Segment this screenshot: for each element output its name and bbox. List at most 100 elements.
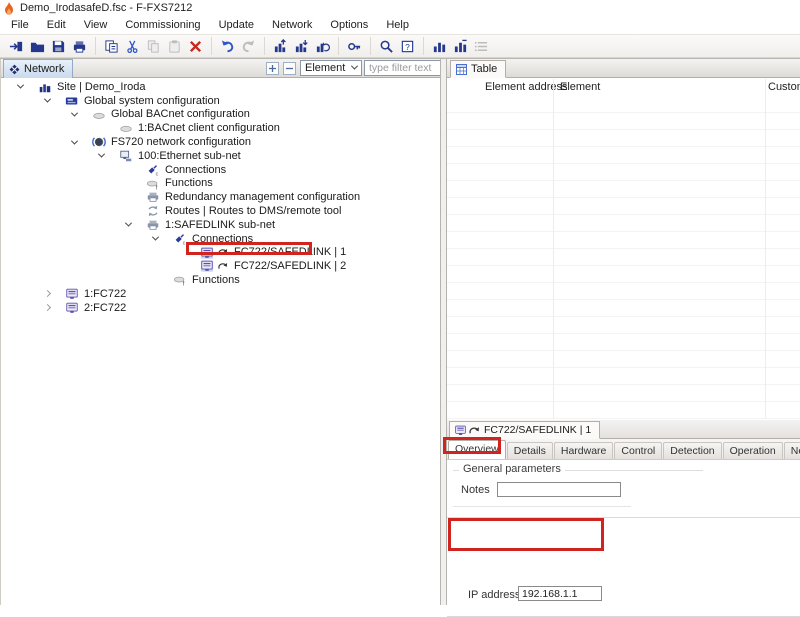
- upload-station-icon: [273, 39, 288, 54]
- menu-options[interactable]: Options: [321, 17, 377, 33]
- filter-type-value: Element: [305, 62, 345, 74]
- paste-button[interactable]: [165, 37, 184, 56]
- tree-item-1-safedlink-sub-net[interactable]: 1:SAFEDLINK sub-net: [126, 218, 278, 232]
- paste-icon: [167, 39, 182, 54]
- undo-icon: [220, 39, 235, 54]
- notes-input[interactable]: [497, 482, 621, 497]
- column-element-address[interactable]: Element address: [485, 81, 568, 93]
- tree-item-connections[interactable]: cConnections: [126, 163, 229, 177]
- tree-item-fc722-safedlink-2[interactable]: FC722/SAFEDLINK | 2: [180, 259, 349, 273]
- delete-button[interactable]: [186, 37, 205, 56]
- chart-report-icon: [432, 39, 447, 54]
- tree-item-site-demo-iroda[interactable]: Site | Demo_Iroda: [18, 80, 148, 94]
- save-icon: [51, 39, 66, 54]
- chevron-down-icon[interactable]: [17, 82, 24, 89]
- tree-item-100-ethernet-sub-net[interactable]: 100:Ethernet sub-net: [99, 149, 244, 163]
- column-divider: [553, 79, 554, 419]
- search-icon: [379, 39, 394, 54]
- tree-item-label: Global system configuration: [84, 95, 220, 107]
- menu-file[interactable]: File: [2, 17, 38, 33]
- window-title: Demo_IrodasafeD.fsc - F-FXS7212: [20, 2, 192, 14]
- tab-fc722-safedlink-1[interactable]: FC722/SAFEDLINK | 1: [449, 421, 600, 439]
- key-button[interactable]: [345, 37, 364, 56]
- chevron-down-icon[interactable]: [98, 151, 105, 158]
- tree-item-routes-routes-to-dms-remote-tool[interactable]: Routes | Routes to DMS/remote tool: [126, 204, 345, 218]
- search-button[interactable]: [377, 37, 396, 56]
- title-bar: Demo_IrodasafeD.fsc - F-FXS7212: [0, 0, 800, 16]
- tree-item-label: FS720 network configuration: [111, 136, 251, 148]
- tree-item-functions[interactable]: fFunctions: [126, 177, 216, 191]
- ip-address-input[interactable]: [518, 586, 602, 601]
- tree-item-1-bacnet-client-configuration[interactable]: 1:BACnet client configuration: [99, 121, 283, 135]
- chevron-down-icon[interactable]: [125, 220, 132, 227]
- menu-network[interactable]: Network: [263, 17, 321, 33]
- undo-button[interactable]: [218, 37, 237, 56]
- filter-type-dropdown[interactable]: Element: [300, 60, 362, 76]
- expand-all-button[interactable]: [266, 62, 279, 75]
- help-book-icon: ?: [400, 39, 415, 54]
- tree-item-1-fc722[interactable]: 1:FC722: [45, 287, 129, 301]
- cut-button[interactable]: [123, 37, 142, 56]
- print-button[interactable]: [70, 37, 89, 56]
- chevron-down-icon[interactable]: [152, 234, 159, 241]
- column-element[interactable]: Element: [560, 81, 600, 93]
- tree-item-redundancy-management-configuration[interactable]: Redundancy management configuration: [126, 190, 363, 204]
- network-tree: Site | Demo_IrodaGlobal system configura…: [1, 79, 441, 605]
- tree-item-label: Functions: [192, 274, 240, 286]
- tree-item-fc722-safedlink-1[interactable]: FC722/SAFEDLINK | 1: [180, 246, 349, 260]
- tree-item-functions[interactable]: fFunctions: [153, 273, 243, 287]
- site-icon: [38, 80, 52, 94]
- refresh-station-button[interactable]: [313, 37, 332, 56]
- delete-icon: [188, 39, 203, 54]
- subnet-icon: [119, 149, 133, 163]
- table-body-empty[interactable]: [447, 96, 800, 419]
- tree-item-label: 100:Ethernet sub-net: [138, 150, 241, 162]
- chevron-right-icon[interactable]: [44, 304, 51, 311]
- column-custom[interactable]: Custom: [768, 81, 800, 93]
- tab-network[interactable]: Network: [3, 59, 73, 78]
- upload-station-button[interactable]: [271, 37, 290, 56]
- subtab-details[interactable]: Details: [507, 442, 553, 459]
- open-folder-button[interactable]: [28, 37, 47, 56]
- redo-button[interactable]: [239, 37, 258, 56]
- tree-item-2-fc722[interactable]: 2:FC722: [45, 301, 129, 315]
- column-divider: [765, 79, 766, 419]
- chart-export-button[interactable]: [451, 37, 470, 56]
- filter-text-input[interactable]: [364, 60, 445, 76]
- tree-item-global-system-configuration[interactable]: Global system configuration: [45, 94, 223, 108]
- chevron-down-icon[interactable]: [71, 137, 78, 144]
- download-station-button[interactable]: [292, 37, 311, 56]
- app-flame-icon: [4, 2, 14, 15]
- subtab-network[interactable]: Network: [784, 442, 800, 459]
- chevron-right-icon[interactable]: [44, 290, 51, 297]
- collapse-all-button[interactable]: [283, 62, 296, 75]
- log-list-button[interactable]: [472, 37, 491, 56]
- tree-item-connections[interactable]: cConnections: [153, 232, 256, 246]
- subtab-hardware[interactable]: Hardware: [554, 442, 614, 459]
- tab-table-label: Table: [471, 63, 497, 75]
- menu-view[interactable]: View: [75, 17, 117, 33]
- copy-special-button[interactable]: [102, 37, 121, 56]
- chart-report-button[interactable]: [430, 37, 449, 56]
- subtab-control[interactable]: Control: [614, 442, 662, 459]
- tree-item-label: FC722/SAFEDLINK | 1: [234, 246, 346, 258]
- functions-icon: f: [146, 177, 160, 191]
- menu-update[interactable]: Update: [210, 17, 263, 33]
- subtab-overview[interactable]: Overview: [448, 440, 506, 459]
- subtab-detection[interactable]: Detection: [663, 442, 721, 459]
- menu-commissioning[interactable]: Commissioning: [116, 17, 209, 33]
- menu-edit[interactable]: Edit: [38, 17, 75, 33]
- menu-help[interactable]: Help: [377, 17, 418, 33]
- panel-splitter[interactable]: [440, 59, 447, 605]
- open-project-button[interactable]: [7, 37, 26, 56]
- save-button[interactable]: [49, 37, 68, 56]
- help-book-button[interactable]: ?: [398, 37, 417, 56]
- tree-item-global-bacnet-configuration[interactable]: Global BACnet configuration: [72, 108, 253, 122]
- chevron-down-icon[interactable]: [71, 110, 78, 117]
- copy-button[interactable]: [144, 37, 163, 56]
- tab-table[interactable]: Table: [450, 60, 506, 78]
- subtab-operation[interactable]: Operation: [723, 442, 783, 459]
- tree-item-label: 1:SAFEDLINK sub-net: [165, 219, 275, 231]
- chevron-down-icon[interactable]: [44, 96, 51, 103]
- tree-item-fs720-network-configuration[interactable]: FS720 network configuration: [72, 135, 254, 149]
